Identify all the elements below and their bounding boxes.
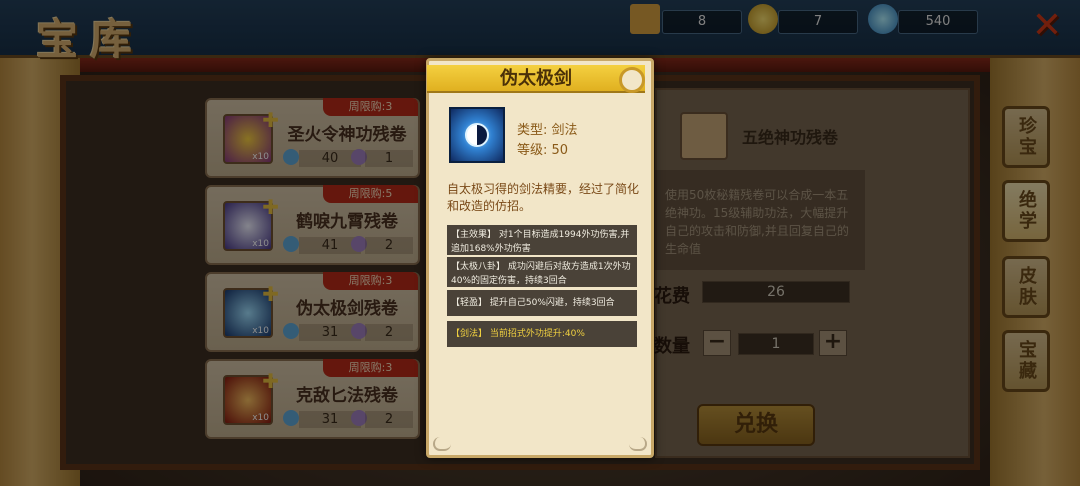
popup-title: 伪太极剑 — [427, 65, 645, 93]
effect-sword-art: 【剑法】 当前招式外功提升:40% — [447, 321, 637, 347]
effect-taiji-bagua: 【太极八卦】 成功闪避后对敌方造成1次外功40%的固定伤害，持续3回合 — [447, 257, 637, 287]
scroll-curl-ornament — [619, 67, 645, 93]
skill-type: 类型: 剑法 — [517, 123, 578, 138]
skill-flavor-text: 自太极习得的剑法精要，经过了简化和改造的仿招。 — [447, 182, 640, 213]
effect-main: 【主效果】 对1个目标造成1994外功伤害,并追加168%外功伤害 — [447, 225, 637, 255]
yin-yang-icon — [465, 123, 489, 147]
skill-level: 等级: 50 — [517, 143, 569, 158]
taiji-sword-skill-icon — [449, 107, 505, 163]
corner-ornament — [433, 437, 451, 451]
corner-ornament — [629, 437, 647, 451]
skill-tooltip: 伪太极剑 类型: 剑法 等级: 50 自太极习得的剑法精要，经过了简化和改造的仿… — [426, 58, 654, 458]
effect-agile: 【轻盈】 提升自己50%闪避，持续3回合 — [447, 290, 637, 316]
